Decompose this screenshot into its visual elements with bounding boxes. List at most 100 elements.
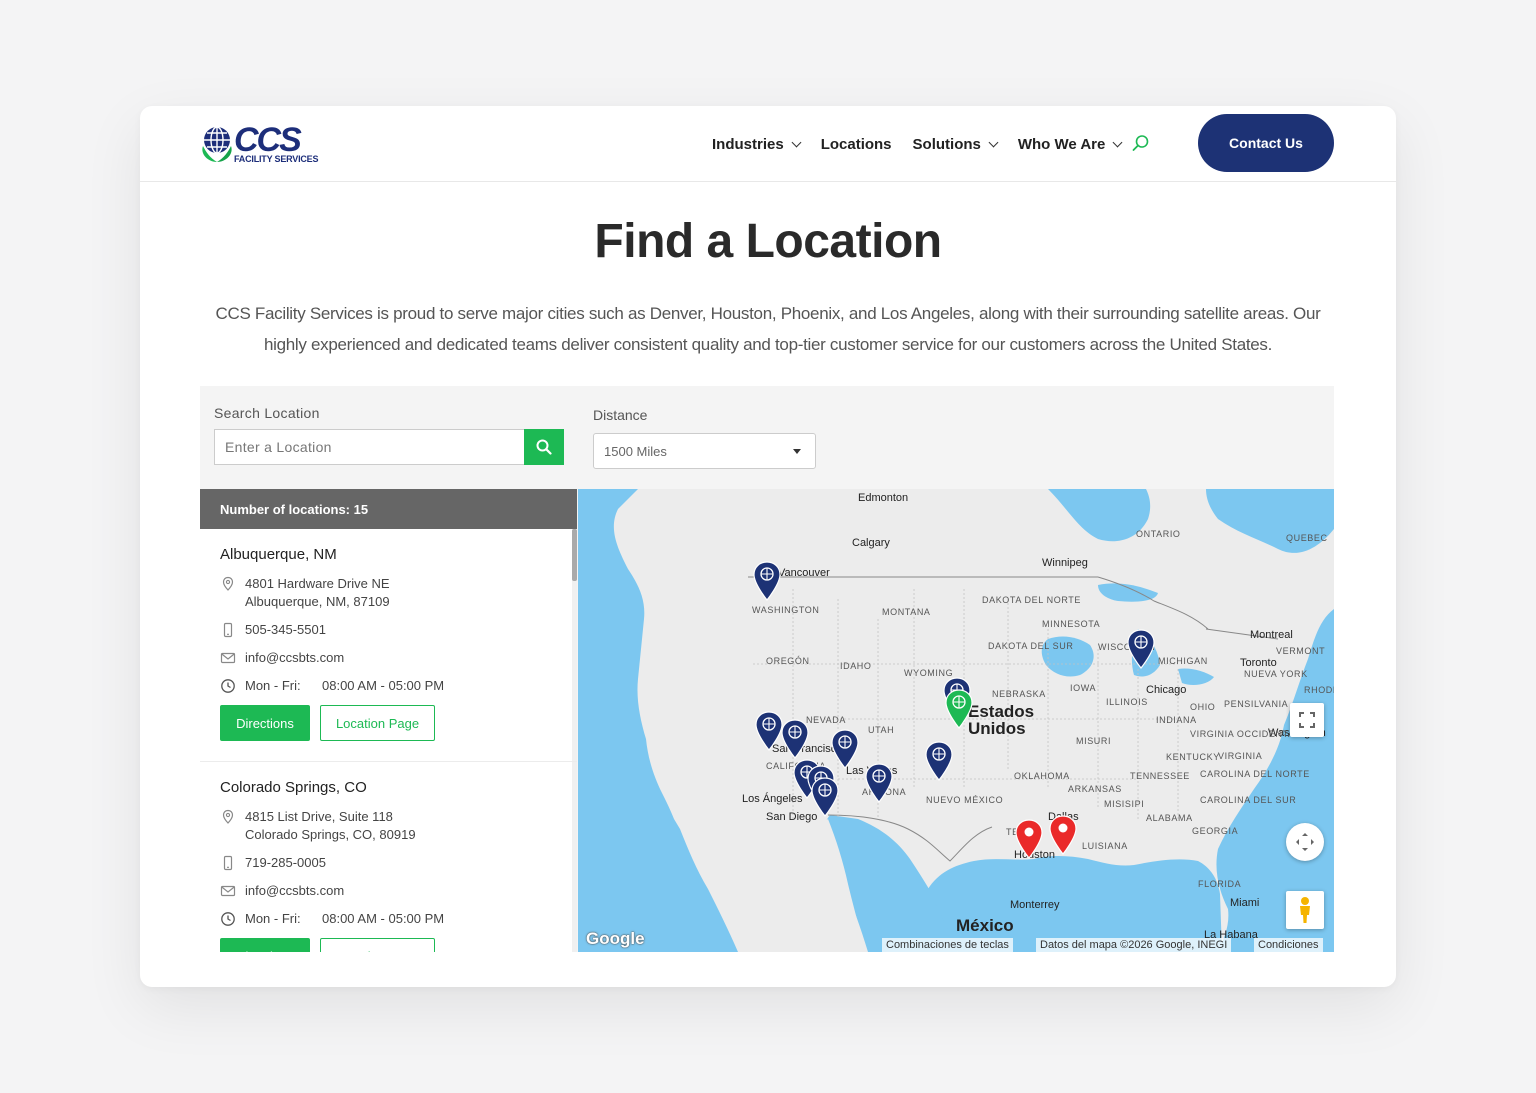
map-region: NEBRASKA [992, 689, 1046, 699]
nav-solutions-label: Solutions [912, 135, 981, 153]
phone-icon [223, 622, 233, 638]
location-name: Albuquerque, NM [220, 546, 337, 563]
map-city-toronto: Toronto [1240, 657, 1277, 669]
map-pin-icon [222, 576, 234, 591]
map-region: OREGÓN [766, 656, 810, 666]
phone-row: 505-345-5501 [220, 621, 557, 639]
phone-row: 719-285-0005 [220, 854, 557, 872]
nav-solutions[interactable]: Solutions [912, 135, 999, 153]
map-region: MONTANA [882, 607, 931, 617]
map-region: DAKOTA DEL SUR [988, 641, 1074, 651]
ccs-logo[interactable]: CCS FACILITY SERVICES [200, 121, 318, 166]
map-view[interactable]: Edmonton Calgary Vancouver Winnipeg Mont… [578, 489, 1334, 952]
location-page-button[interactable]: Location Page [320, 705, 435, 741]
google-logo: Google [586, 929, 645, 948]
logo-wordmark: CCS [234, 121, 302, 159]
hours-time: 08:00 AM - 05:00 PM [322, 678, 445, 693]
email-address[interactable]: info@ccsbts.com [245, 882, 344, 900]
hours-day: Mon - Fri: [245, 678, 301, 693]
map-marker-pin-icon[interactable] [1048, 815, 1078, 855]
map-region: UTAH [868, 725, 895, 735]
map-city-winnipeg: Winnipeg [1042, 557, 1088, 569]
location-list: Number of locations: 15 Albuquerque, NM … [200, 489, 577, 952]
map-region: DAKOTA DEL NORTE [982, 595, 1081, 605]
map-region: MINNESOTA [1042, 619, 1101, 629]
map-region: VERMONT [1276, 646, 1326, 656]
map-city-vancouver: Vancouver [778, 567, 830, 579]
map-region: NUEVA YORK [1244, 669, 1308, 679]
caret-down-icon [793, 449, 801, 454]
map-region: TENNESSEE [1130, 771, 1190, 781]
map-terms-link[interactable]: Condiciones [1254, 938, 1323, 952]
keyboard-shortcuts-link[interactable]: Combinaciones de teclas [882, 938, 1013, 952]
location-page-button[interactable]: Location Page [320, 938, 435, 952]
map-region: ALABAMA [1146, 813, 1193, 823]
map-region: NUEVO MÉXICO [926, 795, 1004, 805]
email-address[interactable]: info@ccsbts.com [245, 649, 344, 667]
map-region: WASHINGTON [752, 605, 820, 615]
distance-select[interactable]: 1500 Miles [593, 433, 816, 469]
street-view-pegman-button[interactable] [1286, 891, 1324, 929]
map-marker-pin-icon[interactable] [780, 719, 810, 759]
map-region: VIRGINIA OCCIDENTAL [1190, 729, 1301, 739]
map-marker-pin-icon[interactable] [1014, 819, 1044, 859]
store-locator: Search Location Distance 1500 Miles Numb… [200, 386, 1334, 952]
nav-who-we-are-label: Who We Are [1017, 135, 1106, 153]
map-region: LUISIANA [1082, 841, 1128, 851]
map-region: QUEBEC [1286, 533, 1328, 543]
map-marker-pin-icon[interactable] [810, 777, 840, 817]
nav-locations[interactable]: Locations [821, 136, 892, 153]
distance-label: Distance [593, 407, 648, 423]
fullscreen-icon [1299, 712, 1315, 728]
map-region: PENSILVANIA [1224, 699, 1289, 709]
location-actions: Directions Location Page [220, 705, 557, 741]
globe-leaf-icon [202, 126, 232, 162]
map-data-attribution: Datos del mapa ©2026 Google, INEGI [1036, 938, 1232, 952]
map-marker-pin-icon[interactable] [924, 741, 954, 781]
map-region: ARKANSAS [1068, 784, 1122, 794]
map-region: IOWA [1070, 683, 1097, 693]
address-row: 4801 Hardware Drive NE Albuquerque, NM, 8… [220, 575, 557, 611]
list-item[interactable]: Colorado Springs, CO 4815 List Drive, Su… [200, 762, 577, 952]
map-region: MISISIPI [1104, 799, 1145, 809]
directions-button[interactable]: Directions [220, 705, 310, 741]
map-marker-pin-icon[interactable] [830, 729, 860, 769]
map-country-usa: Estados Unidos [968, 702, 1035, 738]
directions-button[interactable]: Directions [220, 938, 310, 952]
search-icon[interactable] [1132, 134, 1150, 152]
nav-industries[interactable]: Industries [712, 135, 802, 153]
map-marker-pin-icon[interactable] [752, 561, 782, 601]
chevron-down-icon [1112, 137, 1123, 147]
map-region: IDAHO [840, 661, 872, 671]
map-city-monterrey: Monterrey [1010, 899, 1060, 911]
map-marker-pin-icon[interactable] [1126, 629, 1156, 669]
address-row: 4815 List Drive, Suite 118 Colorado Sprin… [220, 808, 557, 844]
map-city-montreal: Montreal [1250, 629, 1293, 641]
camera-control-button[interactable] [1286, 823, 1324, 861]
address-line-2: Albuquerque, NM, 87109 [245, 594, 390, 609]
logo-subtitle: FACILITY SERVICES [234, 154, 319, 164]
map-marker-pin-icon[interactable] [944, 689, 974, 729]
map-region: MISURI [1076, 736, 1112, 746]
contact-us-button[interactable]: Contact Us [1198, 114, 1334, 172]
map-region: ILLINOIS [1106, 697, 1148, 707]
map-region: ONTARIO [1136, 529, 1181, 539]
map-region: VIRGINIA [1218, 751, 1263, 761]
email-row: info@ccsbts.com [220, 649, 557, 667]
clock-icon [221, 912, 235, 926]
envelope-icon [220, 652, 236, 664]
chevron-down-icon [988, 137, 999, 147]
location-search-input[interactable] [214, 429, 524, 465]
nav-who-we-are[interactable]: Who We Are [1017, 135, 1123, 153]
nav-industries-label: Industries [712, 135, 784, 153]
intro-text: CCS Facility Services is proud to serve … [215, 304, 1321, 354]
map-marker-pin-icon[interactable] [864, 763, 894, 803]
list-item[interactable]: Albuquerque, NM 4801 Hardware Drive NE Al… [200, 529, 577, 762]
page-card: CCS FACILITY SERVICES Industries Locatio… [140, 106, 1396, 987]
chevron-down-icon [791, 137, 802, 147]
phone-number[interactable]: 719-285-0005 [245, 854, 326, 872]
search-icon [536, 439, 552, 455]
location-search-button[interactable] [524, 429, 564, 465]
fullscreen-button[interactable] [1290, 703, 1324, 737]
phone-number[interactable]: 505-345-5501 [245, 621, 326, 639]
